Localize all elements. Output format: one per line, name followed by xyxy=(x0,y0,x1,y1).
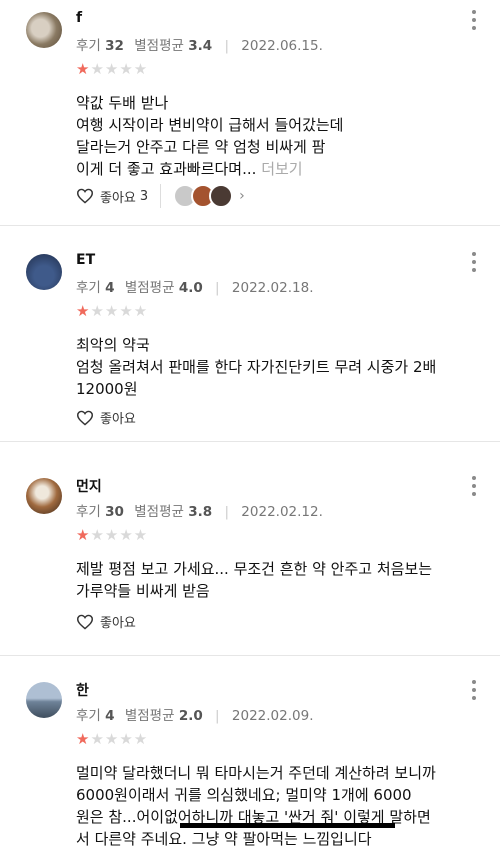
avatar[interactable] xyxy=(26,682,62,718)
like-button[interactable]: 좋아요 3 › xyxy=(76,184,245,208)
heart-icon xyxy=(76,614,94,630)
avatar[interactable] xyxy=(26,478,62,514)
review-date: 2022.06.15. xyxy=(241,38,323,54)
like-count: 3 xyxy=(139,188,149,204)
reviewer-meta: 후기 32 별점평균 3.4 | 2022.06.15. xyxy=(76,38,323,54)
review-text: 약값 두배 받나 여행 시작이라 변비약이 급해서 들어갔는데 달라는거 안주고… xyxy=(76,94,344,178)
reviewer-meta: 후기 4 별점평균 4.0 | 2022.02.18. xyxy=(76,280,314,296)
liker-avatars[interactable] xyxy=(160,184,234,208)
more-options-icon[interactable] xyxy=(470,680,478,700)
more-options-icon[interactable] xyxy=(470,476,478,496)
review-card: f 후기 32 별점평균 3.4 | 2022.06.15. ★★★★★ 약값 … xyxy=(0,0,500,226)
read-more-link[interactable]: 더보기 xyxy=(261,160,302,178)
heart-icon xyxy=(76,188,94,204)
reviewer-meta: 후기 30 별점평균 3.8 | 2022.02.12. xyxy=(76,504,323,520)
reviewer-meta: 후기 4 별점평균 2.0 | 2022.02.09. xyxy=(76,708,314,724)
like-button[interactable]: 좋아요 xyxy=(76,612,136,631)
review-card: ET 후기 4 별점평균 4.0 | 2022.02.18. ★★★★★ 최악의… xyxy=(0,242,500,442)
star-rating: ★★★★★ xyxy=(76,526,149,544)
chevron-right-icon[interactable]: › xyxy=(239,188,245,204)
review-text: 멀미약 달라했더니 뭐 타마시는거 주던데 계산하려 보니까 6000원이래서 … xyxy=(76,764,436,848)
review-card: 한 후기 4 별점평균 2.0 | 2022.02.09. ★★★★★ 멀미약 … xyxy=(0,670,500,848)
underline-mark xyxy=(180,823,395,828)
reviewer-name[interactable]: 한 xyxy=(76,680,89,700)
more-options-icon[interactable] xyxy=(470,10,478,30)
avatar[interactable] xyxy=(26,12,62,48)
star-rating: ★★★★★ xyxy=(76,60,149,78)
reviewer-name[interactable]: f xyxy=(76,10,82,26)
review-date: 2022.02.12. xyxy=(241,504,323,520)
review-text: 제발 평점 보고 가세요... 무조건 흔한 약 안주고 처음보는 가루약들 비… xyxy=(76,560,433,600)
review-date: 2022.02.18. xyxy=(231,280,314,296)
more-options-icon[interactable] xyxy=(470,252,478,272)
avatar[interactable] xyxy=(26,254,62,290)
review-date: 2022.02.09. xyxy=(231,708,314,724)
like-button[interactable]: 좋아요 xyxy=(76,408,136,427)
heart-icon xyxy=(76,410,94,426)
star-rating: ★★★★★ xyxy=(76,302,149,320)
reviewer-name[interactable]: ET xyxy=(76,252,95,268)
reviewer-name[interactable]: 먼지 xyxy=(76,476,102,496)
review-text: 최악의 약국 엄청 올려쳐서 판매를 한다 자가진단키트 무려 시중가 2배 1… xyxy=(76,336,437,398)
star-rating: ★★★★★ xyxy=(76,730,149,748)
review-card: 먼지 후기 30 별점평균 3.8 | 2022.02.12. ★★★★★ 제발… xyxy=(0,466,500,656)
